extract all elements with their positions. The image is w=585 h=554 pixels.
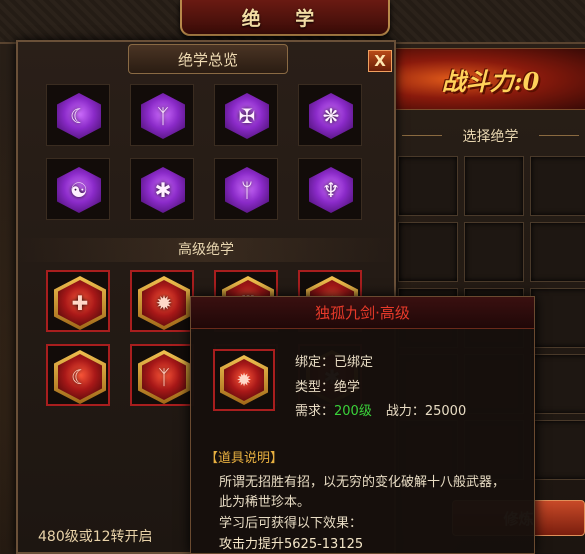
type-value: 绝学 (334, 380, 361, 395)
description-line-1: 所谓无招胜有招，以无穷的变化破解十八般武器， (219, 475, 506, 490)
description-line-2: 此为稀世珍本。 (219, 495, 311, 510)
red-skill-slot[interactable]: ☾ (46, 344, 110, 406)
select-skill-header: 选择绝学 (396, 120, 585, 152)
overview-title-plate: 绝学总览 (128, 44, 288, 74)
window-title: 绝 学 (241, 7, 329, 30)
overview-title: 绝学总览 (177, 50, 238, 69)
header-ornament-left (402, 135, 442, 136)
requirement-label: 需求： (295, 404, 335, 419)
item-tooltip: 独孤九剑·高级 ✹ 绑定：已绑定 类型：绝学 需求：200级 战力：25000 【… (190, 296, 535, 554)
select-slot[interactable] (398, 156, 458, 216)
description-heading: 【道具说明】 (205, 451, 284, 466)
select-slot[interactable] (530, 288, 585, 348)
power-value: 25000 (424, 404, 467, 419)
select-slot[interactable] (530, 222, 585, 282)
close-icon: X (374, 52, 386, 70)
select-slot[interactable] (530, 354, 585, 414)
select-slot[interactable] (464, 156, 524, 216)
advanced-skills-label: 高级绝学 (18, 238, 394, 262)
red-rune-sun-icon: ✹ (155, 291, 173, 315)
window-title-plate: 绝 学 (180, 0, 390, 36)
purple-skill-slot[interactable]: ᛉ (130, 84, 194, 146)
power-label: 战力： (385, 404, 425, 419)
select-slot[interactable] (530, 156, 585, 216)
purple-skill-slot[interactable]: ☾ (46, 84, 110, 146)
red-skill-slot[interactable]: ✹ (130, 270, 194, 332)
description-line-3: 学习后可获得以下效果： (219, 516, 363, 531)
type-row: 类型：绝学 (295, 376, 360, 395)
header-ornament-right (539, 135, 579, 136)
combat-power-text: 战斗力:0 (441, 66, 540, 96)
purple-rune-sword-icon: ✠ (238, 104, 256, 128)
purple-rune-wave-icon: ᛘ (241, 178, 253, 202)
bind-row: 绑定：已绑定 (295, 351, 373, 370)
bind-label: 绑定： (295, 355, 335, 370)
purple-skill-slot[interactable]: ᛘ (214, 158, 278, 220)
purple-skill-slot[interactable]: ♆ (298, 158, 362, 220)
type-label: 类型： (295, 380, 335, 395)
purple-skill-slot[interactable]: ❋ (298, 84, 362, 146)
combat-power-banner: 战斗力:0 (396, 48, 585, 110)
purple-skill-grid: ☾ ᛉ ✠ ❋ ☯ ✱ ᛘ ♆ (46, 84, 362, 220)
tooltip-skill-name: 独孤九剑·高级 (191, 297, 534, 329)
bind-value: 已绑定 (334, 355, 374, 370)
unlock-requirement-text: 480级或12转开启 (38, 529, 153, 545)
select-slot[interactable] (398, 222, 458, 282)
requirement-row: 需求：200级 战力：25000 (295, 400, 466, 419)
red-rune-sun-icon: ✹ (236, 369, 252, 391)
select-slot[interactable] (530, 420, 585, 480)
purple-skill-slot[interactable]: ☯ (46, 158, 110, 220)
purple-rune-claw-icon: ✱ (154, 178, 172, 202)
attack-bonus-text: 攻击力提升5625-13125 (219, 537, 364, 552)
purple-rune-wing-icon: ❋ (322, 104, 340, 128)
requirement-level: 200级 (334, 404, 372, 419)
red-rune-cross-icon: ✚ (71, 291, 89, 315)
purple-skill-slot[interactable]: ✱ (130, 158, 194, 220)
purple-rune-spiral-icon: ☾ (70, 104, 88, 128)
red-skill-slot[interactable]: ᛉ (130, 344, 194, 406)
tooltip-skill-icon: ✹ (213, 349, 275, 411)
purple-rune-flame-icon: ᛉ (157, 104, 169, 128)
select-slot[interactable] (464, 222, 524, 282)
purple-skill-slot[interactable]: ✠ (214, 84, 278, 146)
select-skill-title: 选择绝学 (462, 129, 519, 145)
purple-rune-orb-icon: ☯ (70, 178, 88, 202)
red-skill-slot[interactable]: ✚ (46, 270, 110, 332)
red-rune-flame-icon: ᛉ (158, 365, 170, 389)
red-rune-spiral-icon: ☾ (71, 365, 89, 389)
purple-rune-dragon-icon: ♆ (322, 178, 340, 202)
close-button[interactable]: X (368, 50, 392, 72)
